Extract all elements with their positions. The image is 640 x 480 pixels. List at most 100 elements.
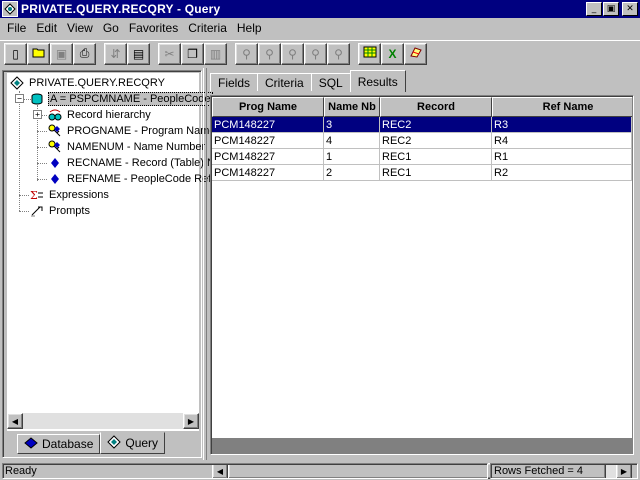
cell-record: REC1 xyxy=(380,149,492,165)
pane-splitter[interactable] xyxy=(203,68,207,460)
properties-icon: ▤ xyxy=(132,46,145,61)
tab-sql[interactable]: SQL xyxy=(310,73,351,92)
column-header-record[interactable]: Record xyxy=(380,97,492,117)
rename-button[interactable]: ⇵ xyxy=(104,42,127,65)
menu-file[interactable]: File xyxy=(2,21,31,35)
tab-database[interactable]: Database xyxy=(17,434,101,454)
tab-query[interactable]: Query xyxy=(100,432,166,454)
field-icon xyxy=(47,172,63,186)
tree-item-refname[interactable]: REFNAME - PeopleCode Ref xyxy=(47,171,212,187)
save-button[interactable]: ▣ xyxy=(50,42,73,65)
results-table: Prog Name Name Nb Record Ref Name PCM148… xyxy=(212,97,632,438)
print-button[interactable]: ⎙ xyxy=(73,42,96,65)
open-button[interactable] xyxy=(27,42,50,65)
tree-item-namenum[interactable]: NAMENUM - Name Number xyxy=(47,139,206,155)
copy-button[interactable]: ❐ xyxy=(181,42,204,65)
cell-record: REC2 xyxy=(380,133,492,149)
filter-icon: ⚲ xyxy=(242,46,251,61)
tree-root-label: PRIVATE.QUERY.RECQRY xyxy=(29,77,165,89)
query-icon xyxy=(107,434,122,452)
title-bar: PRIVATE.QUERY.RECQRY - Query _ ▣ ✕ xyxy=(0,0,640,18)
tab-fields[interactable]: Fields xyxy=(210,73,259,92)
run-query-icon xyxy=(363,46,377,61)
tree-item-query-root[interactable]: PRIVATE.QUERY.RECQRY xyxy=(9,75,166,91)
field-icon xyxy=(47,156,63,170)
excel-button[interactable]: X xyxy=(381,42,404,65)
tab-criteria[interactable]: Criteria xyxy=(257,73,312,92)
crystal-icon xyxy=(409,46,423,61)
column-header-ref-name[interactable]: Ref Name xyxy=(492,97,632,117)
open-icon xyxy=(32,46,46,61)
window-title: PRIVATE.QUERY.RECQRY - Query xyxy=(21,2,221,16)
cell-prog-name: PCM148227 xyxy=(212,149,324,165)
cell-name-nb: 2 xyxy=(324,165,380,181)
database-icon xyxy=(24,436,38,452)
expand-hierarchy-toggle[interactable]: + xyxy=(33,110,42,119)
column-header-name-nb[interactable]: Name Nb xyxy=(324,97,380,117)
left-pane: PRIVATE.QUERY.RECQRY − A = PSPCMNAME - P… xyxy=(2,70,236,458)
filter-remove-button[interactable]: ⚲ xyxy=(327,42,350,65)
collapse-record-toggle[interactable]: − xyxy=(15,94,24,103)
menu-criteria[interactable]: Criteria xyxy=(183,21,232,35)
filter-remove-icon: ⚲ xyxy=(334,46,343,61)
filter-group-icon: ⚲ xyxy=(311,46,320,61)
menu-go[interactable]: Go xyxy=(98,21,124,35)
namenum-label: NAMENUM - Name Number xyxy=(67,141,206,153)
key-field-icon xyxy=(47,124,63,138)
left-tabs: Database Query xyxy=(17,432,166,456)
cell-prog-name: PCM148227 xyxy=(212,165,324,181)
print-icon: ⎙ xyxy=(79,46,90,60)
expressions-label: Expressions xyxy=(49,189,109,201)
excel-icon: X xyxy=(388,46,397,61)
refname-label: REFNAME - PeopleCode Ref xyxy=(67,173,212,185)
filter-button[interactable]: ⚲ xyxy=(235,42,258,65)
filter-edit-button[interactable]: ⚲ xyxy=(281,42,304,65)
scroll-right-button[interactable]: ▶ xyxy=(183,413,199,429)
paste-button[interactable]: ▥ xyxy=(204,42,227,65)
scroll-left-button[interactable]: ◀ xyxy=(7,413,23,429)
status-bar: Ready Rows Fetched = 4 xyxy=(0,462,640,480)
restore-button[interactable]: ▣ xyxy=(603,2,619,16)
tab-results[interactable]: Results xyxy=(349,70,406,92)
cut-icon: ✂ xyxy=(164,46,175,61)
query-tabs: Fields Criteria SQL Results xyxy=(210,70,406,92)
prompts-icon xyxy=(29,204,45,218)
scroll-track[interactable] xyxy=(23,413,183,429)
filter-group-button[interactable]: ⚲ xyxy=(304,42,327,65)
minimize-button[interactable]: _ xyxy=(586,2,602,16)
run-query-button[interactable] xyxy=(358,42,381,65)
tree-item-progname[interactable]: PROGNAME - Program Name xyxy=(47,123,217,139)
menu-view[interactable]: View xyxy=(62,21,98,35)
properties-button[interactable]: ▤ xyxy=(127,42,150,65)
new-button[interactable]: ▯ xyxy=(4,42,27,65)
cell-record: REC2 xyxy=(380,117,492,133)
query-app-icon[interactable] xyxy=(2,1,18,17)
menu-help[interactable]: Help xyxy=(232,21,267,35)
results-grid: Prog Name Name Nb Record Ref Name PCM148… xyxy=(210,95,634,479)
cell-name-nb: 1 xyxy=(324,149,380,165)
rename-icon: ⇵ xyxy=(110,46,121,61)
cell-name-nb: 3 xyxy=(324,117,380,133)
record-icon xyxy=(29,92,45,106)
menu-favorites[interactable]: Favorites xyxy=(124,21,183,35)
menu-edit[interactable]: Edit xyxy=(31,21,62,35)
close-button[interactable]: ✕ xyxy=(622,2,638,16)
filter-add-button[interactable]: ⚲ xyxy=(258,42,281,65)
cell-record: REC1 xyxy=(380,165,492,181)
cell-ref-name: R4 xyxy=(492,133,632,149)
query-root-icon xyxy=(9,76,25,90)
tree-horizontal-scrollbar[interactable]: ◀ ▶ xyxy=(7,413,199,429)
tree-item-record-hierarchy[interactable]: Record hierarchy xyxy=(47,107,152,123)
tree-item-expressions[interactable]: Σ Expressions xyxy=(29,187,110,203)
right-pane: Fields Criteria SQL Results Prog Name Na… xyxy=(208,68,638,479)
tab-query-label: Query xyxy=(125,436,159,450)
cut-button[interactable]: ✂ xyxy=(158,42,181,65)
menu-bar: File Edit View Go Favorites Criteria Hel… xyxy=(0,19,640,37)
cell-prog-name: PCM148227 xyxy=(212,133,324,149)
crystal-button[interactable] xyxy=(404,42,427,65)
rows-fetched-status: Rows Fetched = 4 xyxy=(490,463,638,479)
tree-item-prompts[interactable]: Prompts xyxy=(29,203,91,219)
tree-item-record[interactable]: A = PSPCMNAME - PeopleCode xyxy=(29,91,213,107)
toolbar: ▯ ▣ ⎙ ⇵ ▤ ✂ ❐ ▥ ⚲ ⚲ ⚲ ⚲ ⚲ X xyxy=(0,40,640,66)
column-header-prog-name[interactable]: Prog Name xyxy=(212,97,324,117)
